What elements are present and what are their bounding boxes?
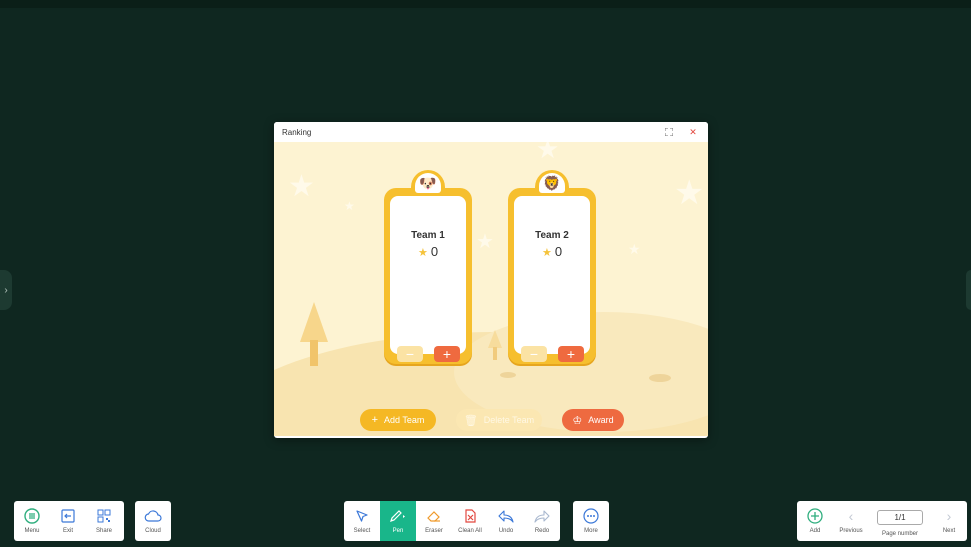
redo-button[interactable]: Redo xyxy=(524,501,560,541)
team-name: Team 1 xyxy=(411,230,445,241)
delete-team-button[interactable]: 🗑 Delete Team xyxy=(456,409,542,431)
star-decoration: ★ xyxy=(536,142,560,164)
score-value: 0 xyxy=(554,244,563,259)
more-label: More xyxy=(584,528,598,534)
team-avatar: 🦁 xyxy=(535,170,569,196)
increase-score-button[interactable]: + xyxy=(558,346,584,362)
select-tool[interactable]: Select xyxy=(344,501,380,541)
ranking-dialog: Ranking ✕ ★ ★ ★ ★ ★ ★ 🐶 Team 1 ★ 0 − + 🦁… xyxy=(274,122,708,438)
previous-page-button[interactable]: ‹ Previous xyxy=(833,501,869,541)
close-icon[interactable]: ✕ xyxy=(686,125,700,139)
redo-label: Redo xyxy=(534,528,550,534)
eraser-tool[interactable]: Eraser xyxy=(416,501,452,541)
cloud-icon xyxy=(144,507,162,525)
eraser-icon xyxy=(425,507,443,525)
add-team-button[interactable]: + Add Team xyxy=(360,409,436,431)
menu-label: Menu xyxy=(24,528,40,534)
tree-decoration xyxy=(488,330,502,360)
undo-button[interactable]: Undo xyxy=(488,501,524,541)
team-card: 🐶 Team 1 ★ 0 − + xyxy=(384,170,472,364)
chevron-left-icon: ‹ xyxy=(848,508,854,524)
clean-all-tool[interactable]: Clean All xyxy=(452,501,488,541)
team-card: 🦁 Team 2 ★ 0 − + xyxy=(508,170,596,364)
left-toolbar: Menu Exit Share xyxy=(14,501,124,541)
share-label: Share xyxy=(95,528,112,534)
chevron-right-icon: › xyxy=(946,508,952,524)
next-label: Next xyxy=(942,528,956,534)
undo-label: Undo xyxy=(498,528,514,534)
menu-icon xyxy=(23,507,41,525)
page-number-control[interactable]: 1/1 Page number xyxy=(869,501,931,541)
dialog-title: Ranking xyxy=(282,127,312,137)
left-panel-handle[interactable]: › xyxy=(0,270,12,310)
star-decoration: ★ xyxy=(628,241,641,257)
exit-label: Exit xyxy=(62,528,73,534)
decrease-score-button[interactable]: − xyxy=(397,346,423,362)
star-decoration: ★ xyxy=(288,170,315,203)
clean-all-icon xyxy=(461,507,479,525)
team-card-body: Team 2 ★ 0 xyxy=(514,196,590,354)
drawing-toolbar: Select Pen Eraser Clean All Undo Redo xyxy=(344,501,560,541)
pen-tool[interactable]: Pen xyxy=(380,501,416,541)
pen-icon xyxy=(389,507,407,525)
top-strip xyxy=(0,0,971,8)
select-label: Select xyxy=(353,528,371,534)
right-panel-handle[interactable] xyxy=(966,270,971,310)
increase-score-button[interactable]: + xyxy=(434,346,460,362)
pen-label: Pen xyxy=(392,528,404,534)
cursor-icon xyxy=(353,507,371,525)
dialog-header: Ranking ✕ xyxy=(274,122,708,142)
tree-decoration xyxy=(300,302,328,366)
menu-button[interactable]: Menu xyxy=(14,501,50,541)
rock-decoration xyxy=(649,374,671,382)
team-score: ★ 0 xyxy=(390,244,466,259)
more-button[interactable]: More xyxy=(573,501,609,541)
cloud-button[interactable]: Cloud xyxy=(135,501,171,541)
star-icon: ★ xyxy=(541,247,552,259)
delete-team-label: Delete Team xyxy=(483,415,535,425)
next-page-button[interactable]: › Next xyxy=(931,501,967,541)
page-number-label: Page number xyxy=(881,531,919,537)
page-toolbar: Add ‹ Previous 1/1 Page number › Next xyxy=(797,501,967,541)
page-number-input[interactable]: 1/1 xyxy=(877,510,923,525)
share-button[interactable]: Share xyxy=(86,501,122,541)
cloud-toolbar: Cloud xyxy=(135,501,171,541)
previous-label: Previous xyxy=(839,528,863,534)
team-card-body: Team 1 ★ 0 xyxy=(390,196,466,354)
crown-icon: ♔ xyxy=(572,414,583,427)
add-icon xyxy=(806,507,824,525)
star-decoration: ★ xyxy=(674,174,705,212)
qr-share-icon xyxy=(95,507,113,525)
star-decoration: ★ xyxy=(476,231,494,253)
fullscreen-icon[interactable] xyxy=(662,125,676,139)
add-label: Add xyxy=(809,528,821,534)
team-name: Team 2 xyxy=(535,230,569,241)
undo-icon xyxy=(497,507,515,525)
trash-icon: 🗑 xyxy=(463,414,478,427)
clean-all-label: Clean All xyxy=(458,528,482,534)
exit-button[interactable]: Exit xyxy=(50,501,86,541)
cloud-label: Cloud xyxy=(145,528,161,534)
award-label: Award xyxy=(588,415,614,425)
award-button[interactable]: ♔ Award xyxy=(562,409,624,431)
decrease-score-button[interactable]: − xyxy=(521,346,547,362)
score-value: 0 xyxy=(430,244,439,259)
add-page-button[interactable]: Add xyxy=(797,501,833,541)
ranking-scene: ★ ★ ★ ★ ★ ★ 🐶 Team 1 ★ 0 − + 🦁 Team 2 ★ … xyxy=(274,142,708,436)
eraser-label: Eraser xyxy=(425,528,443,534)
redo-icon xyxy=(533,507,551,525)
more-icon xyxy=(582,507,600,525)
plus-icon: + xyxy=(371,414,379,426)
dog-avatar-icon: 🐶 xyxy=(415,173,441,193)
team-score: ★ 0 xyxy=(514,244,590,259)
star-icon: ★ xyxy=(417,247,428,259)
more-toolbar: More xyxy=(573,501,609,541)
star-decoration: ★ xyxy=(344,199,355,213)
team-avatar: 🐶 xyxy=(411,170,445,196)
add-team-label: Add Team xyxy=(384,415,425,425)
lion-avatar-icon: 🦁 xyxy=(539,173,565,193)
rock-decoration xyxy=(500,372,516,378)
exit-icon xyxy=(59,507,77,525)
